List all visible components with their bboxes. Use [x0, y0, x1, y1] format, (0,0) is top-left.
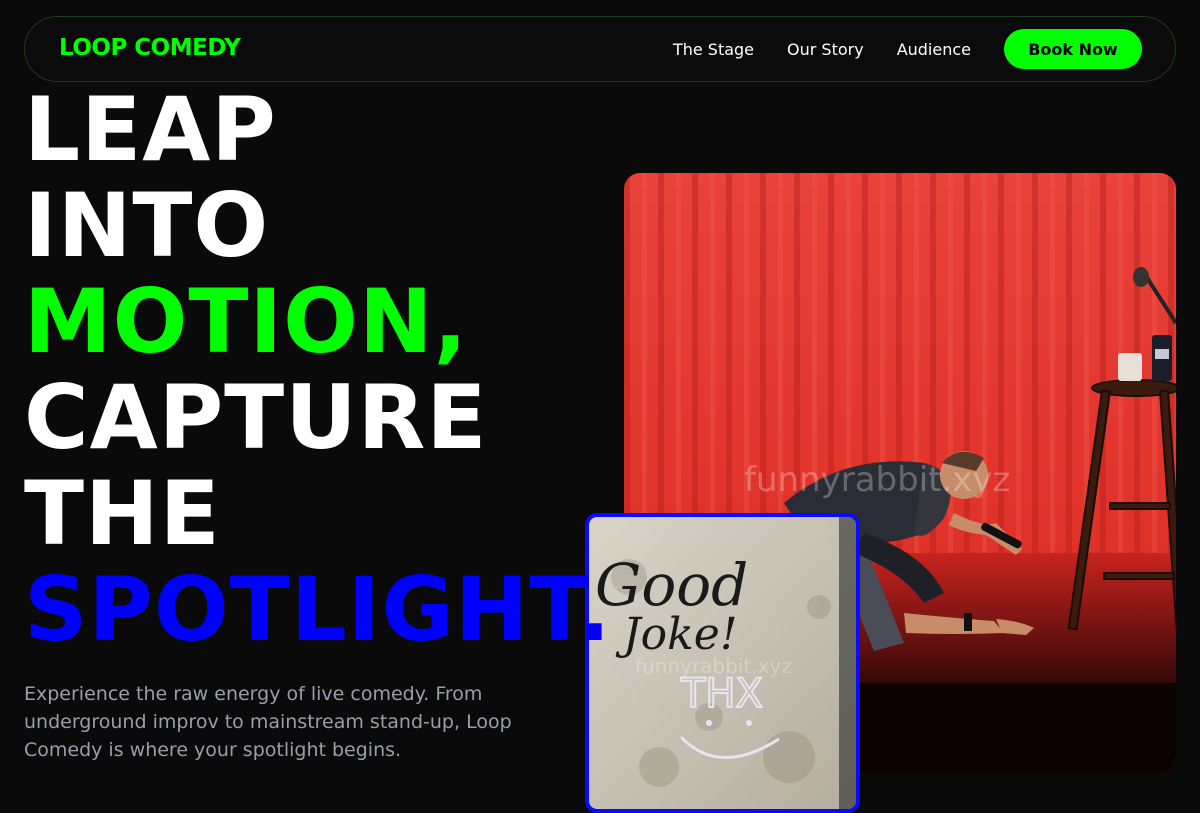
headline-line-motion: MOTION,	[24, 270, 469, 373]
main-photo-watermark: funnyrabbit.xyz	[744, 460, 1010, 500]
hero-headline: LEAP INTO MOTION, CAPTURE THE SPOTLIGHT.	[24, 82, 612, 658]
small-photo-watermark: funnyrabbit.xyz	[635, 654, 792, 678]
headline-line-spotlight: SPOTLIGHT.	[24, 558, 612, 661]
headline-line-capture: CAPTURE	[24, 366, 488, 469]
top-navigation-bar: LOOP COMEDY The Stage Our Story Audience…	[24, 16, 1176, 82]
nav-link-audience[interactable]: Audience	[897, 40, 971, 59]
hero-description: Experience the raw energy of live comedy…	[24, 683, 512, 761]
headline-line-the: THE	[24, 462, 221, 565]
graffiti-wall-photo: Good Joke! THX funnyrabbit.xyz	[585, 513, 860, 813]
nav-links: The Stage Our Story Audience Book Now	[673, 29, 1142, 69]
brand-logo[interactable]: LOOP COMEDY	[59, 35, 241, 61]
nav-link-the-stage[interactable]: The Stage	[673, 40, 754, 59]
book-now-button[interactable]: Book Now	[1004, 29, 1142, 69]
graffiti-joke: Joke!	[615, 609, 738, 660]
headline-line-into: INTO	[24, 174, 270, 277]
headline-line-leap: LEAP	[24, 78, 277, 181]
nav-link-our-story[interactable]: Our Story	[787, 40, 864, 59]
